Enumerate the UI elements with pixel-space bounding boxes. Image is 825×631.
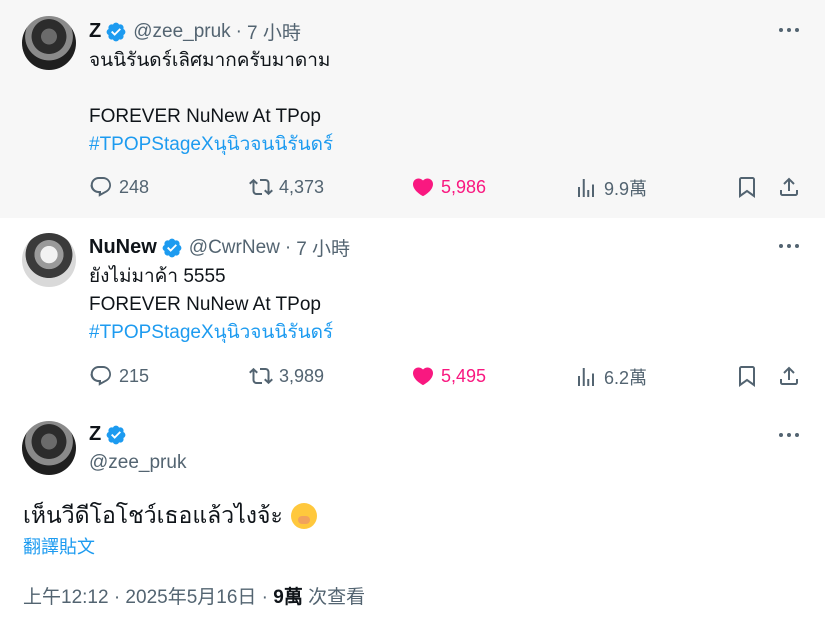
tweet-line: FOREVER NuNew At TPop <box>89 294 321 315</box>
tweet-line: จนนิรันดร์เลิศมากครับมาดาม <box>89 50 331 71</box>
retweet-icon <box>249 367 273 385</box>
tweet-actions: 248 4,373 5,986 9.9萬 <box>89 175 801 199</box>
handle[interactable]: @CwrNew <box>189 237 280 259</box>
more-options-icon[interactable] <box>777 20 801 40</box>
tweet-header: Z <box>89 423 133 446</box>
bookmark-icon <box>739 366 755 387</box>
like-button[interactable]: 5,495 <box>411 364 486 388</box>
reply-icon <box>90 177 111 197</box>
post-timestamp[interactable]: 上午12:12 · 2025年5月16日 · <box>23 587 273 608</box>
views-count: 9萬 <box>273 587 303 608</box>
views-label: 次查看 <box>302 587 366 608</box>
verified-badge-icon <box>106 22 126 41</box>
retweet-button[interactable]: 4,373 <box>249 175 324 199</box>
translate-post-link[interactable]: 翻譯貼文 <box>23 533 95 559</box>
tweet-text: เห็นวีดีโอโชว์เธอแล้วไงจ้ะ <box>23 498 317 534</box>
reply-icon <box>90 366 111 386</box>
retweet-icon <box>249 178 273 196</box>
tweet-line: ยังไม่มาค้า 5555 <box>89 266 226 287</box>
heart-filled-icon <box>412 178 434 197</box>
separator: · <box>284 236 292 258</box>
heart-filled-icon <box>412 367 434 386</box>
bookmark-button[interactable] <box>735 364 765 388</box>
handle[interactable]: @zee_pruk <box>89 452 186 474</box>
reply-count: 215 <box>119 365 150 386</box>
tweet-header: NuNew @CwrNew · 7 小時 <box>89 234 350 261</box>
timestamp[interactable]: 7 小時 <box>247 18 301 45</box>
tweet-actions: 215 3,989 5,495 6.2萬 <box>89 364 801 388</box>
hand-over-mouth-emoji-icon <box>290 503 317 529</box>
tweet-header: Z @zee_pruk · 7 小時 <box>89 18 301 45</box>
tweet-line: FOREVER NuNew At TPop <box>89 106 321 127</box>
share-button[interactable] <box>777 364 807 388</box>
verified-badge-icon <box>162 238 182 257</box>
views-icon <box>578 368 594 386</box>
reply-button[interactable]: 248 <box>89 175 149 199</box>
views-count: 9.9萬 <box>604 179 648 199</box>
reply-count: 248 <box>119 176 150 197</box>
tweet-text: ยังไม่มาค้า 5555 FOREVER NuNew At TPop #… <box>89 263 333 347</box>
reply-button[interactable]: 215 <box>89 364 149 388</box>
share-icon <box>780 177 798 196</box>
tweet-text: จนนิรันดร์เลิศมากครับมาดาม FOREVER NuNew… <box>89 47 333 159</box>
avatar[interactable] <box>22 16 76 70</box>
like-count: 5,495 <box>441 365 487 386</box>
views-icon <box>578 179 594 197</box>
share-button[interactable] <box>777 175 807 199</box>
retweet-count: 3,989 <box>279 365 325 386</box>
timestamp[interactable]: 7 小時 <box>296 234 350 261</box>
separator: · <box>235 20 242 42</box>
display-name[interactable]: Z <box>89 423 101 446</box>
bookmark-button[interactable] <box>735 175 765 199</box>
display-name[interactable]: Z <box>89 20 101 43</box>
views-button[interactable]: 9.9萬 <box>574 175 647 201</box>
hashtag-link[interactable]: #TPOPStageXนุนิวจนนิรันดร์ <box>89 319 333 347</box>
avatar[interactable] <box>22 421 76 475</box>
share-icon <box>780 366 798 385</box>
handle-row: @zee_pruk <box>89 452 186 474</box>
handle[interactable]: @zee_pruk <box>133 21 230 43</box>
avatar[interactable] <box>22 233 76 287</box>
tweet-1[interactable]: Z @zee_pruk · 7 小時 จนนิรันดร์เลิศมากครับ… <box>0 0 825 218</box>
tweet-2[interactable]: NuNew @CwrNew · 7 小時 ยังไม่มาค้า 5555 FO… <box>0 218 825 410</box>
more-options-icon[interactable] <box>777 425 801 445</box>
hashtag-link[interactable]: #TPOPStageXนุนิวจนนิรันดร์ <box>89 131 333 159</box>
verified-badge-icon <box>106 425 126 444</box>
retweet-count: 4,373 <box>279 176 325 197</box>
bookmark-icon <box>739 177 755 198</box>
main-tweet: Z @zee_pruk เห็นวีดีโอโชว์เธอแล้วไงจ้ะ 翻… <box>0 410 825 631</box>
post-meta: 上午12:12 · 2025年5月16日 · 9萬 次查看 <box>23 582 365 609</box>
views-button[interactable]: 6.2萬 <box>574 364 647 390</box>
like-button[interactable]: 5,986 <box>411 175 486 199</box>
tweet-body: เห็นวีดีโอโชว์เธอแล้วไงจ้ะ <box>23 502 283 528</box>
views-count: 6.2萬 <box>604 368 648 388</box>
like-count: 5,986 <box>441 176 487 197</box>
retweet-button[interactable]: 3,989 <box>249 364 324 388</box>
more-options-icon[interactable] <box>777 236 801 256</box>
display-name[interactable]: NuNew <box>89 236 157 259</box>
